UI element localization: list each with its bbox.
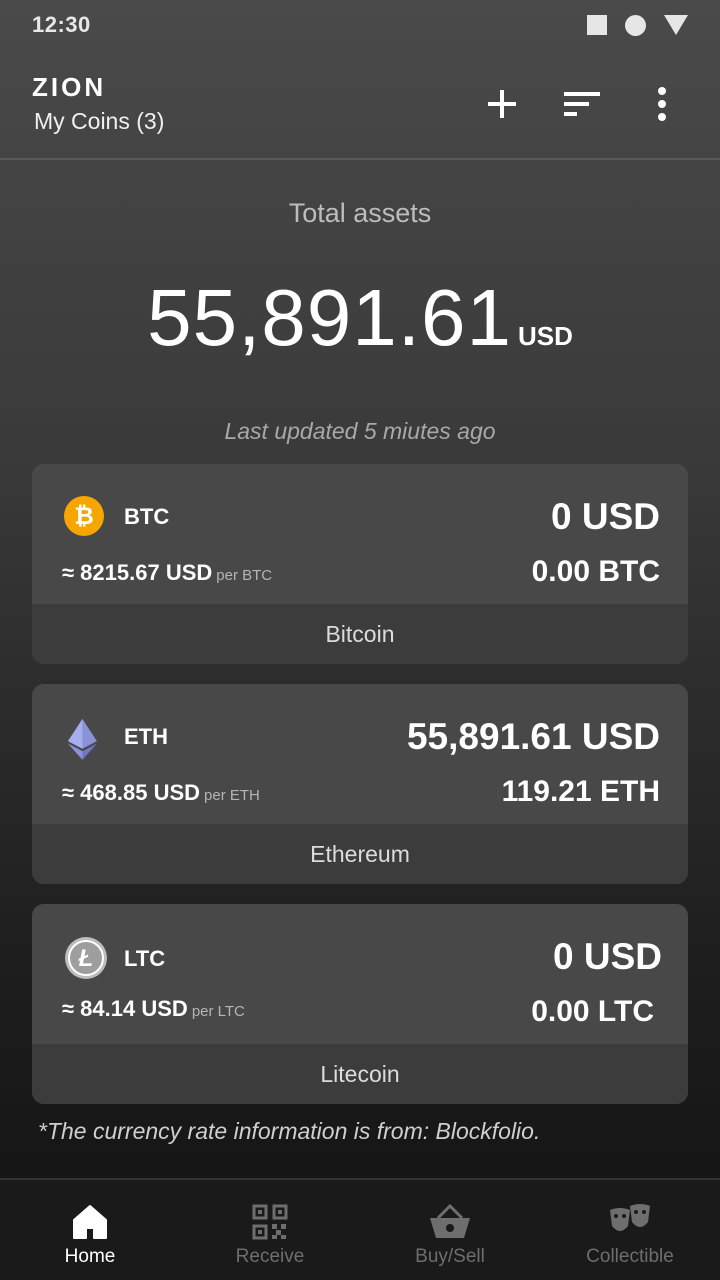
record-icon xyxy=(625,14,646,36)
qr-code-icon xyxy=(252,1204,288,1240)
coin-symbol: ETH xyxy=(124,724,168,749)
coin-card-btc[interactable]: ₿ BTC 0 USD ≈ 8215.67 USD per BTC 0.00 BT… xyxy=(32,464,688,664)
more-options-button[interactable] xyxy=(632,74,692,134)
nav-label: Receive xyxy=(235,1246,305,1267)
total-assets-unit: USD xyxy=(518,321,573,351)
coin-rate: ≈ 84.14 USD per LTC xyxy=(62,996,245,1022)
sort-button[interactable] xyxy=(552,74,612,134)
coin-rate-value: ≈ 468.85 USD xyxy=(62,780,201,805)
stop-icon xyxy=(587,15,607,35)
coin-rate-unit: per BTC xyxy=(216,567,273,584)
total-assets-value: 55,891.61 xyxy=(147,273,512,362)
coin-usd-value: 0 USD xyxy=(551,496,660,537)
coin-amount: 0.00 LTC xyxy=(531,995,654,1028)
coin-card-summary: Ł LTC 0 USD ≈ 84.14 USD per LTC 0.00 LTC xyxy=(32,904,688,1044)
nav-buy-sell[interactable]: Buy/Sell xyxy=(360,1180,540,1280)
nav-label: Home xyxy=(64,1246,116,1267)
litecoin-icon: Ł xyxy=(65,937,107,979)
nav-collectible[interactable]: Collectible xyxy=(540,1180,720,1280)
coin-card-summary: ETH 55,891.61 USD ≈ 468.85 USD per ETH 11… xyxy=(32,684,688,824)
coin-name: Ethereum xyxy=(32,824,688,884)
more-vert-icon xyxy=(658,87,666,121)
status-time: 12:30 xyxy=(32,12,91,37)
add-icon xyxy=(488,90,516,118)
total-assets: 55,891.61 USD xyxy=(0,272,720,364)
coin-card-eth[interactable]: ETH 55,891.61 USD ≈ 468.85 USD per ETH 11… xyxy=(32,684,688,884)
status-bar: 12:30 xyxy=(0,0,720,50)
coin-rate-value: ≈ 8215.67 USD xyxy=(62,560,213,585)
signal-icon xyxy=(664,15,688,35)
coin-card-ltc[interactable]: Ł LTC 0 USD ≈ 84.14 USD per LTC 0.00 LTC … xyxy=(32,904,688,1104)
add-coin-button[interactable] xyxy=(472,74,532,134)
coin-rate: ≈ 468.85 USD per ETH xyxy=(62,780,260,806)
coin-symbol: BTC xyxy=(124,504,170,529)
svg-text:Ł: Ł xyxy=(78,945,94,972)
basket-icon xyxy=(430,1203,470,1238)
coin-rate-unit: per LTC xyxy=(191,1003,245,1020)
nav-home[interactable]: Home xyxy=(0,1180,180,1280)
coin-rate-unit: per ETH xyxy=(204,787,260,804)
app-bar: ZION My Coins (3) xyxy=(0,50,720,160)
coin-name: Litecoin xyxy=(32,1044,688,1104)
theater-masks-icon xyxy=(610,1204,650,1231)
wallet-subtitle[interactable]: My Coins (3) xyxy=(34,108,164,135)
rate-source-note: *The currency rate information is from: … xyxy=(38,1118,541,1144)
bottom-nav: Home Receive Buy/Sell Collectible xyxy=(0,1178,720,1280)
coin-usd-value: 0 USD xyxy=(553,936,662,977)
coin-amount: 119.21 ETH xyxy=(501,775,660,808)
coin-usd-value: 55,891.61 USD xyxy=(406,716,660,757)
status-icons xyxy=(587,14,688,36)
ethereum-icon xyxy=(68,719,97,760)
nav-receive[interactable]: Receive xyxy=(180,1180,360,1280)
coin-card-summary: ₿ BTC 0 USD ≈ 8215.67 USD per BTC 0.00 BT… xyxy=(32,464,688,604)
app-title: ZION xyxy=(32,72,107,102)
bitcoin-icon: ₿ xyxy=(64,496,104,536)
app-actions xyxy=(472,74,692,134)
svg-text:₿: ₿ xyxy=(74,503,94,530)
coin-amount: 0.00 BTC xyxy=(531,555,660,588)
nav-label: Buy/Sell xyxy=(415,1246,485,1267)
home-icon xyxy=(73,1205,107,1239)
coin-name: Bitcoin xyxy=(32,604,688,664)
coin-rate-value: ≈ 84.14 USD xyxy=(62,996,188,1021)
coin-symbol: LTC xyxy=(124,946,166,971)
coin-rate: ≈ 8215.67 USD per BTC xyxy=(62,560,272,586)
sort-icon xyxy=(564,92,600,116)
total-assets-label: Total assets xyxy=(288,198,432,228)
last-updated-text: Last updated 5 miutes ago xyxy=(224,418,496,444)
nav-label: Collectible xyxy=(586,1246,674,1267)
